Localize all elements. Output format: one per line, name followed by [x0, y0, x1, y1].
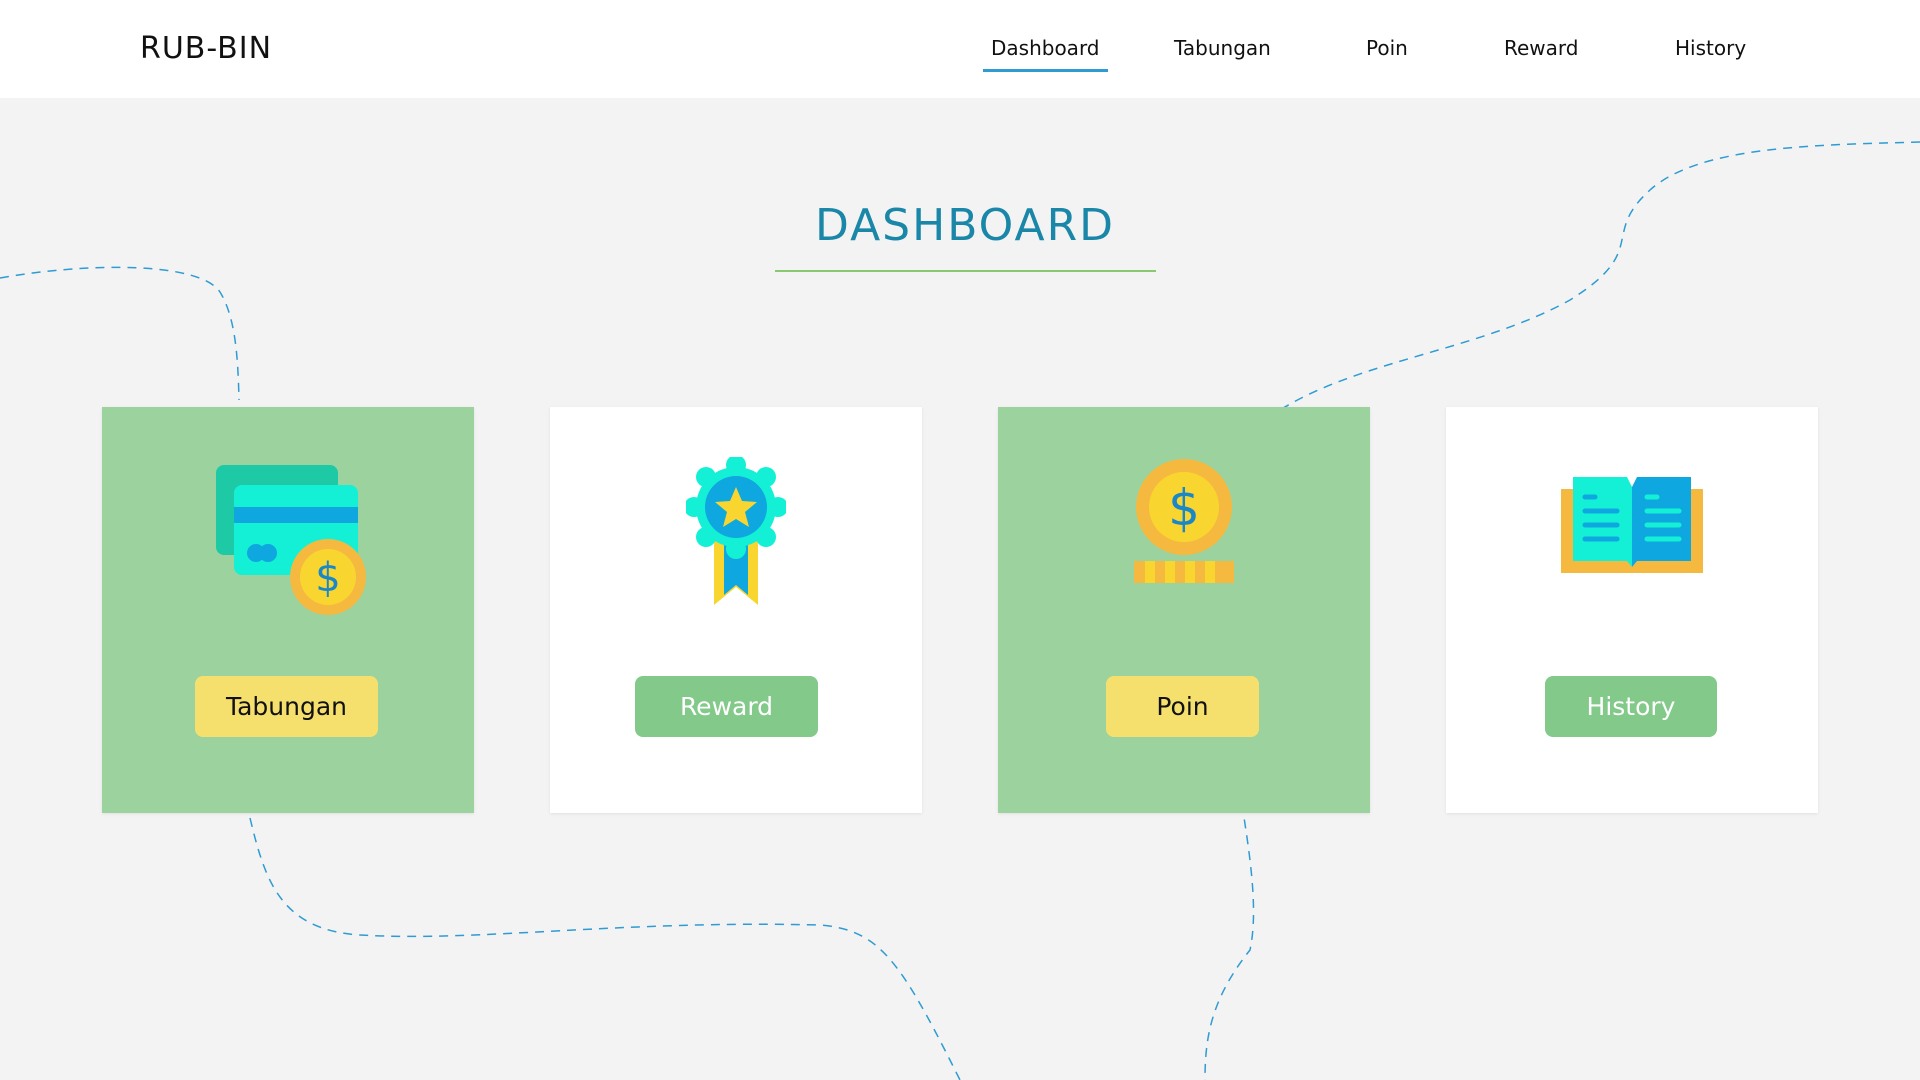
svg-text:$: $ — [1168, 479, 1200, 537]
title-underline — [775, 270, 1156, 272]
nav-dashboard[interactable]: Dashboard — [983, 36, 1107, 72]
poin-button[interactable]: Poin — [1106, 676, 1259, 737]
nav-reward[interactable]: Reward — [1504, 36, 1578, 72]
nav-history[interactable]: History — [1675, 36, 1746, 72]
open-book-icon — [1446, 457, 1818, 627]
card-tabungan[interactable]: $ Tabungan — [102, 407, 474, 813]
tabungan-button[interactable]: Tabungan — [195, 676, 378, 737]
card-reward[interactable]: Reward — [550, 407, 922, 813]
nav-poin[interactable]: Poin — [1366, 36, 1408, 72]
reward-button[interactable]: Reward — [635, 676, 818, 737]
card-history[interactable]: History — [1446, 407, 1818, 813]
award-ribbon-icon — [550, 457, 922, 627]
svg-text:$: $ — [315, 555, 340, 601]
history-button[interactable]: History — [1545, 676, 1717, 737]
nav-tabungan[interactable]: Tabungan — [1174, 36, 1271, 72]
main-nav: Dashboard Tabungan Poin Reward History — [0, 0, 1920, 98]
page-title: DASHBOARD — [814, 200, 1116, 251]
coin-stack-icon: $ — [998, 457, 1370, 627]
credit-card-coin-icon: $ — [102, 457, 474, 627]
card-poin[interactable]: $ Poin — [998, 407, 1370, 813]
page: RUB-BIN Dashboard Tabungan Poin Reward H… — [0, 0, 1920, 1080]
top-header: RUB-BIN Dashboard Tabungan Poin Reward H… — [0, 0, 1920, 98]
